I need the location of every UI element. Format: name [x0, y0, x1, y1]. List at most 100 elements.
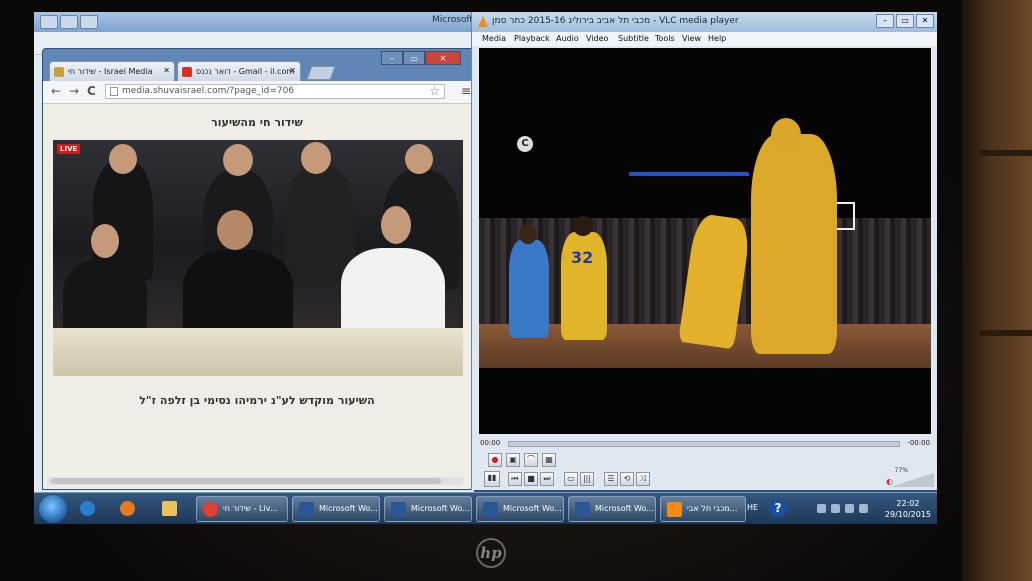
tab-label: שידור חי - Israel Media	[68, 67, 153, 76]
bg-window-quick-access-icon-2[interactable]	[80, 15, 98, 29]
horizontal-scrollbar[interactable]	[47, 477, 463, 485]
internet-explorer-icon	[80, 501, 95, 516]
attendee-head	[405, 144, 433, 174]
tab-gmail[interactable]: דואר נכנס - Gmail - il.com ✕	[177, 61, 301, 81]
player-head	[519, 224, 537, 244]
frame-step-button[interactable]: ▦	[542, 453, 556, 467]
vlc-icon	[667, 502, 682, 517]
menu-media[interactable]: Media	[482, 34, 506, 43]
time-remaining: -00:00	[907, 439, 930, 447]
table	[53, 328, 463, 376]
chrome-maximize-button[interactable]: ▭	[403, 51, 425, 65]
vlc-maximize-button[interactable]: ▭	[896, 14, 914, 28]
taskbar-item-label: Microsoft Wo...	[319, 504, 378, 513]
snapshot-button[interactable]: ▣	[506, 453, 520, 467]
site-favicon-icon	[54, 67, 64, 77]
taskbar-item-vlc[interactable]: מכבי תל אבי...	[660, 496, 746, 522]
stop-button[interactable]: ■	[524, 472, 538, 486]
volume-icon[interactable]	[859, 504, 868, 513]
tab-close-icon[interactable]: ✕	[163, 66, 170, 75]
bg-window-icon[interactable]	[40, 15, 58, 29]
start-button[interactable]	[39, 495, 67, 523]
host-head	[381, 206, 411, 244]
clock[interactable]: 22:02 29/10/2015	[885, 498, 931, 520]
vlc-close-button[interactable]: ✕	[916, 14, 934, 28]
jersey-number: 32	[571, 248, 594, 267]
loop-ab-button[interactable]: ⌒	[524, 453, 538, 467]
bg-window-quick-access-icon[interactable]	[60, 15, 78, 29]
channel-logo: C	[517, 136, 533, 152]
desktop-screen: Microsoft – ▭ ✕ שידור חי - Israel Media …	[34, 12, 937, 524]
rabbi	[183, 250, 293, 340]
menu-subtitle[interactable]: Subtitle	[618, 34, 649, 43]
media-player-pinned-icon[interactable]	[114, 496, 144, 522]
next-button[interactable]: ⏭	[540, 472, 554, 486]
arena-led-strip	[629, 172, 749, 176]
scrollbar-thumb[interactable]	[51, 478, 441, 484]
taskbar-item-chrome[interactable]: שידור חי - Liv...	[196, 496, 288, 522]
volume-level	[890, 473, 934, 487]
chrome-close-button[interactable]: ✕	[425, 51, 461, 65]
help-icon[interactable]: ?	[769, 499, 787, 517]
extended-settings-button[interactable]: |||	[580, 472, 594, 486]
vlc-controls: ● ▣ ⌒ ▦ ▮▮ ⏮ ■ ⏭ ▭ ||| ☰ ⟲ ⤨ ◐ 77%	[472, 453, 937, 489]
clock-time: 22:02	[896, 499, 920, 508]
menu-audio[interactable]: Audio	[556, 34, 579, 43]
playlist-button[interactable]: ☰	[604, 472, 618, 486]
url-text: media.shuvaisrael.com/?page_id=706	[122, 86, 295, 96]
vlc-minimize-button[interactable]: –	[876, 14, 894, 28]
menu-view[interactable]: View	[682, 34, 701, 43]
flag-icon[interactable]	[831, 504, 840, 513]
chrome-icon	[203, 502, 218, 517]
ie-pinned-icon[interactable]	[74, 496, 104, 522]
system-tray: HE ? 22:02 29/10/2015	[743, 495, 933, 523]
explorer-pinned-icon[interactable]	[156, 496, 186, 522]
forward-icon[interactable]: →	[69, 84, 79, 98]
bookmark-star-icon[interactable]: ☆	[429, 84, 440, 98]
previous-button[interactable]: ⏮	[508, 472, 522, 486]
shuffle-button[interactable]: ⤨	[636, 472, 650, 486]
taskbar-item-word-2[interactable]: Microsoft Wo...	[384, 496, 472, 522]
chrome-window: – ▭ ✕ שידור חי - Israel Media ✕ דואר נכנ…	[42, 48, 480, 490]
gmail-icon	[182, 67, 192, 77]
tab-close-icon[interactable]: ✕	[289, 66, 296, 75]
battery-icon[interactable]	[845, 504, 854, 513]
pause-button[interactable]: ▮▮	[484, 471, 500, 487]
language-indicator[interactable]: HE	[747, 503, 758, 512]
tab-label: דואר נכנס - Gmail - il.com	[196, 67, 295, 76]
vlc-video-area[interactable]: C 32	[479, 48, 931, 434]
fullscreen-button[interactable]: ▭	[564, 472, 578, 486]
word-icon	[483, 502, 498, 517]
live-video-player[interactable]: LIVE	[53, 140, 463, 376]
address-bar[interactable]: media.shuvaisrael.com/?page_id=706 ☆	[105, 84, 445, 99]
host	[341, 248, 445, 338]
page-icon	[110, 87, 118, 96]
new-tab-button[interactable]	[306, 66, 336, 80]
loop-button[interactable]: ⟲	[620, 472, 634, 486]
menu-help[interactable]: Help	[708, 34, 726, 43]
back-icon[interactable]: ←	[51, 84, 61, 98]
menu-playback[interactable]: Playback	[514, 34, 550, 43]
vlc-titlebar[interactable]: מכבי תל אביב בירוליג 2015-16 כתר סמן - V…	[472, 12, 937, 32]
record-button[interactable]: ●	[488, 453, 502, 467]
chrome-toolbar: ← → C media.shuvaisrael.com/?page_id=706…	[43, 81, 479, 104]
player-head	[771, 118, 801, 152]
network-icon[interactable]	[817, 504, 826, 513]
reload-icon[interactable]: C	[87, 84, 96, 98]
menu-tools[interactable]: Tools	[655, 34, 675, 43]
tab-live-broadcast[interactable]: שידור חי - Israel Media ✕	[49, 61, 175, 81]
background-window-titlebar[interactable]: Microsoft	[34, 12, 474, 32]
word-icon	[575, 502, 590, 517]
menu-video[interactable]: Video	[586, 34, 608, 43]
player-yellow-foreground	[751, 134, 837, 354]
taskbar-item-word-3[interactable]: Microsoft Wo...	[476, 496, 564, 522]
page-title: שידור חי מהשיעור	[211, 116, 303, 129]
taskbar-item-word-4[interactable]: Microsoft Wo...	[568, 496, 656, 522]
seek-bar[interactable]	[508, 441, 900, 447]
taskbar-item-label: מכבי תל אבי...	[687, 504, 738, 513]
vlc-window: מכבי תל אביב בירוליג 2015-16 כתר סמן - V…	[471, 12, 937, 490]
volume-slider[interactable]: ◐ 77%	[886, 467, 934, 487]
chrome-menu-icon[interactable]: ≡	[461, 84, 471, 98]
chrome-minimize-button[interactable]: –	[381, 51, 403, 65]
taskbar-item-word-1[interactable]: Microsoft Wo...	[292, 496, 380, 522]
